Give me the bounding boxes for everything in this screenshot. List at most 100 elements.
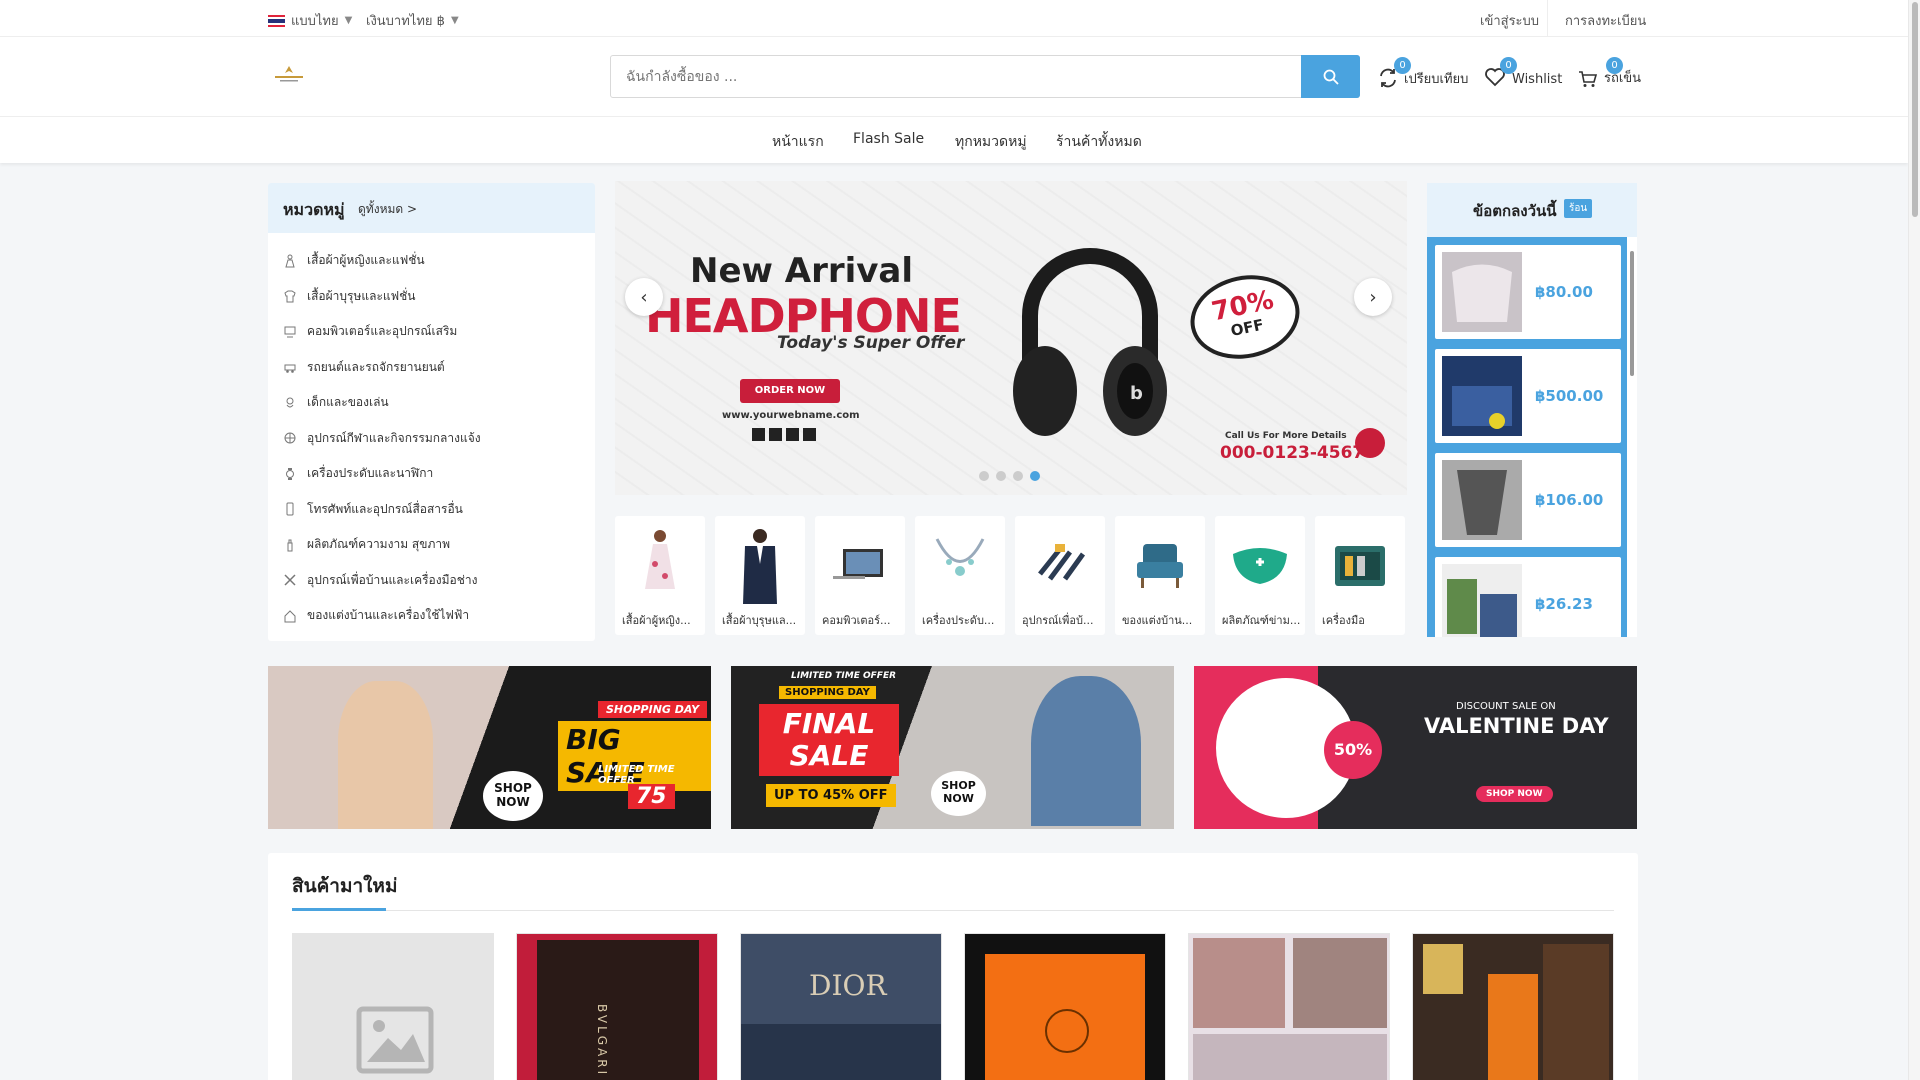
product-image (537, 940, 699, 1080)
banner-headline: FINAL SALE (759, 704, 899, 776)
search-button[interactable] (1301, 55, 1360, 98)
banner-sub: LIMITED TIME OFFER (598, 764, 675, 786)
new-arrivals-section: สินค้ามาใหม่ BVLGARI DIOR (268, 853, 1638, 1080)
cart-button[interactable]: รถเข็น 0 (1578, 57, 1641, 88)
category-label: โทรศัพท์และอุปกรณ์สื่อสารอื่น (307, 501, 463, 516)
nav-item-all-categories[interactable]: ทุกหมวดหมู่ (955, 131, 1027, 153)
category-item-women[interactable]: เสื้อผ้าผู้หญิงและแฟชั่น (283, 243, 583, 279)
store-logo[interactable] (272, 64, 306, 86)
wishlist-count-badge: 0 (1500, 57, 1517, 74)
slider-prev-button[interactable]: ‹ (625, 278, 663, 316)
currency-selector[interactable]: เงินบาทไทย ฿ ▼ (366, 10, 459, 31)
category-item-tools[interactable]: อุปกรณ์เพื่อบ้านและเครื่องมือช่าง (283, 563, 583, 599)
category-thumb[interactable]: อุปกรณ์เพื่อบ้... (1015, 516, 1105, 635)
slider-dot-active[interactable] (1030, 471, 1040, 481)
view-all-categories-link[interactable]: ดูทั้งหมด > (358, 200, 417, 219)
category-item-phones[interactable]: โทรศัพท์และอุปกรณ์สื่อสารอื่น (283, 492, 583, 528)
category-item-vehicles[interactable]: รถยนต์และรถจักรยานยนต์ (283, 350, 583, 386)
hero-slider[interactable]: New Arrival HEADPHONE Today's Super Offe… (615, 181, 1407, 495)
necklace-image (935, 538, 985, 576)
deal-item[interactable]: ฿80.00 (1435, 245, 1621, 339)
product-image-text: DIOR (809, 969, 887, 1002)
product-image (1423, 944, 1463, 994)
social-icons (752, 428, 816, 441)
category-thumb[interactable]: เสื้อผ้าผู้หญิง... (615, 516, 705, 635)
page-scrollbar[interactable] (1908, 0, 1920, 1080)
wishlist-button[interactable]: Wishlist 0 (1484, 57, 1562, 87)
language-label: แบบไทย (291, 14, 339, 29)
register-link[interactable]: การลงทะเบียน (1565, 10, 1646, 31)
category-thumb[interactable]: เครื่องมือ (1315, 516, 1405, 635)
category-thumb[interactable]: คอมพิวเตอร์... (815, 516, 905, 635)
category-item-sports[interactable]: อุปกรณ์กีฬาและกิจกรรมกลางแจ้ง (283, 421, 583, 457)
shop-now-button[interactable]: SHOP NOW (1476, 786, 1553, 802)
category-label: อุปกรณ์กีฬาและกิจกรรมกลางแจ้ง (307, 430, 481, 445)
call-label: Call Us For More Details (1225, 431, 1347, 441)
category-thumb[interactable]: ผลิตภัณฑ์ข่าม... (1215, 516, 1305, 635)
chevron-right-icon: › (1369, 286, 1377, 308)
section-divider (292, 910, 1614, 911)
category-item-men[interactable]: เสื้อผ้าบุรุษและแฟชั่น (283, 279, 583, 315)
nav-item-home[interactable]: หน้าแรก (772, 131, 824, 153)
search-input[interactable] (611, 56, 1271, 97)
product-card[interactable] (1188, 933, 1390, 1080)
category-item-computers[interactable]: คอมพิวเตอร์และอุปกรณ์เสริม (283, 314, 583, 350)
deal-item[interactable]: ฿500.00 (1435, 349, 1621, 443)
category-label: เครื่องประดับและนาฬิกา (307, 466, 434, 481)
main-nav: หน้าแรก Flash Sale ทุกหมวดหมู่ ร้านค้าทั… (0, 117, 1908, 163)
category-thumb-label: เครื่องมือ (1322, 614, 1365, 627)
product-card[interactable] (964, 933, 1166, 1080)
phone-icon (1355, 428, 1385, 458)
slider-next-button[interactable]: › (1354, 278, 1392, 316)
category-label: ของแต่งบ้านและเครื่องใช้ไฟฟ้า (307, 608, 470, 623)
category-item-jewelry[interactable]: เครื่องประดับและนาฬิกา (283, 456, 583, 492)
nav-item-all-stores[interactable]: ร้านค้าทั้งหมด (1056, 131, 1142, 153)
deals-scrollbar[interactable] (1627, 237, 1637, 637)
slider-dot[interactable] (979, 471, 989, 481)
shopper-image (1031, 676, 1141, 826)
language-selector[interactable]: แบบไทย ▼ (268, 10, 352, 31)
deal-product-image (1442, 460, 1522, 540)
product-card[interactable]: DIOR (740, 933, 942, 1080)
banner-sub: UP TO 45% OFF (766, 784, 896, 807)
shop-now-badge[interactable]: SHOP NOW (931, 771, 986, 816)
deal-product-image (1442, 252, 1522, 332)
category-thumb[interactable]: ของแต่งบ้าน... (1115, 516, 1205, 635)
order-now-button[interactable]: ORDER NOW (740, 379, 840, 403)
category-thumb[interactable]: เสื้อผ้าบุรุษแล... (715, 516, 805, 635)
shopper-image (338, 681, 433, 829)
category-item-beauty[interactable]: ผลิตภัณฑ์ความงาม สุขภาพ (283, 527, 583, 563)
product-card[interactable]: BVLGARI (516, 933, 718, 1080)
product-card[interactable] (292, 933, 494, 1080)
scrollbar-thumb[interactable] (1912, 2, 1918, 217)
currency-label: เงินบาทไทย ฿ (366, 14, 445, 29)
deal-item[interactable]: ฿26.23 (1435, 557, 1621, 637)
product-card[interactable] (1412, 933, 1614, 1080)
category-thumb-label: ผลิตภัณฑ์ข่าม... (1222, 614, 1301, 627)
compare-button[interactable]: เปรียบเทียบ 0 (1378, 57, 1469, 89)
promo-banner-final-sale[interactable]: LIMITED TIME OFFER SHOPPING DAY FINAL SA… (731, 666, 1174, 829)
category-thumb[interactable]: เครื่องประดับ... (915, 516, 1005, 635)
slider-dot[interactable] (1013, 471, 1023, 481)
nav-item-flash-sale[interactable]: Flash Sale (853, 131, 924, 147)
deal-item[interactable]: ฿106.00 (1435, 453, 1621, 547)
compare-label: เปรียบเทียบ (1404, 72, 1469, 87)
toy-icon (286, 397, 294, 408)
linkedin-icon (786, 428, 799, 441)
tools-icon (284, 574, 296, 586)
promo-banner-valentine[interactable]: 50% DISCOUNT SALE ON VALENTINE DAY SHOP … (1194, 666, 1637, 829)
deals-header: ข้อตกลงวันนี้ ร้อน (1427, 183, 1637, 237)
mask-image (1233, 548, 1287, 584)
category-list: เสื้อผ้าผู้หญิงและแฟชั่น เสื้อผ้าบุรุษแล… (283, 243, 583, 634)
category-item-kids[interactable]: เด็กและของเล่น (283, 385, 583, 421)
slide-website: www.yourwebname.com (722, 410, 860, 421)
section-title: สินค้ามาใหม่ (292, 875, 398, 897)
category-label: อุปกรณ์เพื่อบ้านและเครื่องมือช่าง (307, 572, 478, 587)
login-link[interactable]: เข้าสู่ระบบ (1480, 10, 1539, 31)
product-image (1193, 938, 1285, 1028)
cart-icon (1579, 71, 1598, 87)
shop-now-badge[interactable]: SHOP NOW (483, 771, 543, 821)
category-item-home[interactable]: ของแต่งบ้านและเครื่องใช้ไฟฟ้า (283, 598, 583, 634)
promo-banner-big-sale[interactable]: SHOPPING DAY BIG SALE LIMITED TIME OFFER… (268, 666, 711, 829)
slider-dot[interactable] (996, 471, 1006, 481)
